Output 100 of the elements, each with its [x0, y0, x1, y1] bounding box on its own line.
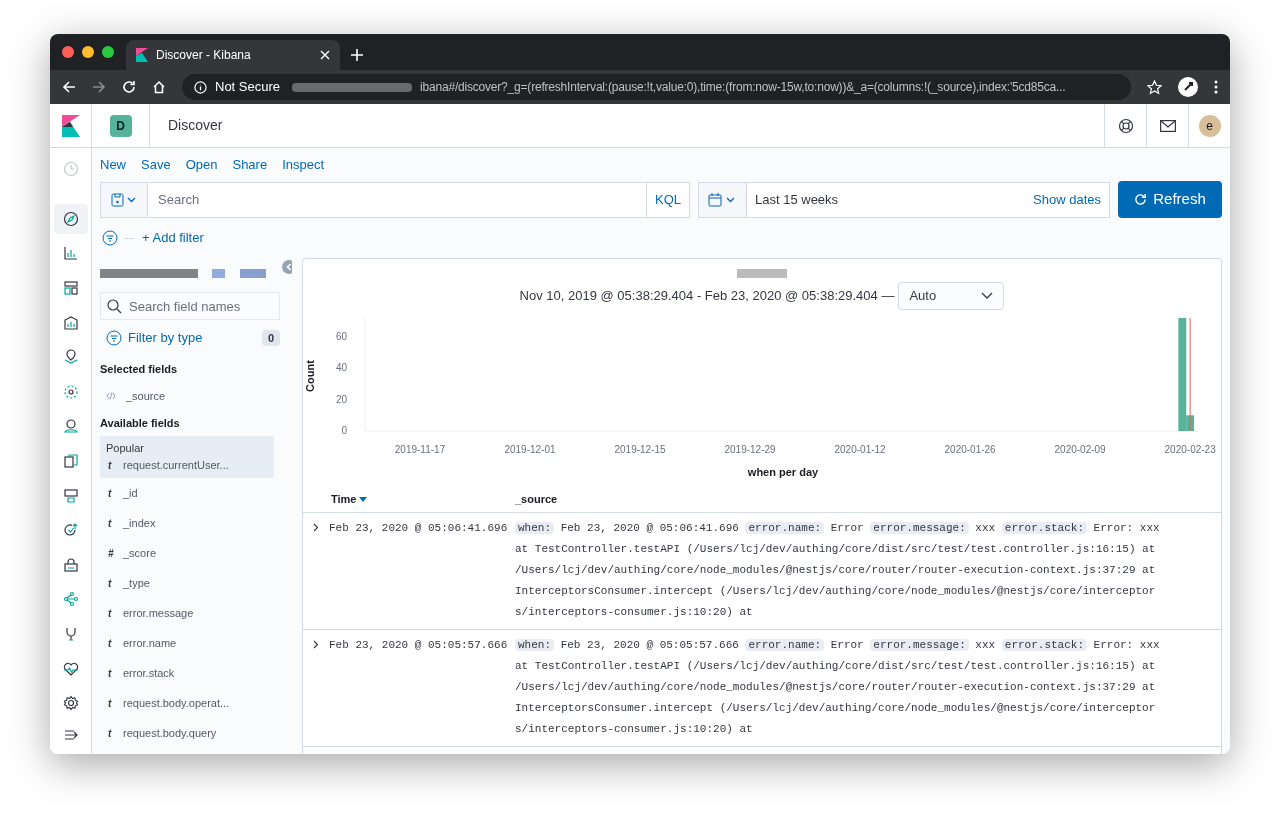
blurred-text — [737, 268, 787, 278]
compass-icon — [62, 210, 79, 227]
dashboard-icon — [62, 280, 79, 297]
add-filter-link[interactable]: + Add filter — [142, 228, 204, 248]
field-name[interactable]: error.stack — [123, 664, 175, 682]
x-tick-label: 2019-12-15 — [614, 444, 666, 455]
menu-icon[interactable] — [1214, 80, 1218, 94]
minimize-window-button[interactable] — [82, 46, 94, 58]
filter-by-type-button[interactable]: Filter by type — [128, 328, 256, 348]
forward-icon[interactable] — [92, 80, 106, 94]
refresh-button[interactable]: Refresh — [1118, 181, 1222, 218]
y-tick-label: 40 — [335, 362, 347, 374]
field-name[interactable]: error.message — [123, 604, 194, 622]
count-badge: 0 — [261, 329, 280, 347]
language-toggle[interactable]: KQL — [646, 182, 690, 218]
histogram-bar[interactable] — [1178, 318, 1187, 431]
interval-select[interactable]: Auto — [898, 282, 1005, 310]
field-name[interactable]: request.body.operat... — [123, 694, 230, 712]
x-tick-label: 2020-02-23 — [1164, 444, 1216, 455]
menu-link[interactable]: Save — [141, 155, 171, 175]
kibana-logo-icon[interactable] — [61, 114, 80, 137]
section-heading: Selected fields — [100, 361, 179, 377]
filter-icon[interactable] — [102, 230, 118, 246]
filter-icon — [106, 330, 122, 346]
y-tick-label: 20 — [335, 393, 347, 405]
page-title: Discover — [168, 116, 224, 135]
field-type-icon: t — [108, 605, 114, 621]
field-type-icon: t — [108, 515, 114, 531]
search-icon — [107, 299, 122, 314]
field-type-icon: # — [108, 545, 114, 561]
y-axis-title: Count — [304, 360, 316, 392]
maximize-window-button[interactable] — [102, 46, 114, 58]
reload-icon[interactable] — [122, 80, 136, 94]
menu-link[interactable]: Share — [232, 155, 268, 175]
refresh-icon — [1134, 193, 1148, 206]
graph-icon — [62, 591, 79, 608]
menu-link[interactable]: New — [100, 155, 126, 175]
person-icon — [62, 418, 79, 435]
field-name[interactable]: request.body.query — [123, 724, 217, 742]
field-search[interactable]: Search field names — [100, 292, 280, 320]
user-avatar[interactable]: e — [1198, 114, 1221, 137]
field-type-icon: t — [108, 695, 114, 711]
saved-query-button[interactable] — [100, 182, 148, 218]
x-tick-label: 2020-01-12 — [834, 444, 886, 455]
x-tick-label: 2020-02-09 — [1054, 444, 1106, 455]
field-name[interactable]: _score — [123, 544, 157, 562]
x-tick-label: 2019-12-29 — [724, 444, 776, 455]
y-tick-label: 60 — [335, 330, 347, 342]
field-type-icon: t — [108, 575, 114, 591]
space-avatar[interactable]: D — [109, 114, 132, 137]
field-name[interactable]: _id — [123, 484, 138, 502]
browser-tab[interactable]: Discover - Kibana — [126, 40, 340, 70]
help-icon[interactable] — [1117, 117, 1134, 134]
map-pin-icon — [62, 349, 79, 366]
column-header[interactable]: Time — [331, 491, 357, 508]
show-dates-link[interactable]: Show dates — [1025, 183, 1109, 217]
star-icon[interactable] — [1147, 79, 1162, 95]
building-icon — [62, 314, 79, 331]
code-icon — [106, 392, 116, 400]
tab-title: Discover - Kibana — [156, 47, 252, 64]
field-type-icon: t — [108, 485, 114, 501]
nav-item[interactable] — [53, 204, 88, 234]
time-cell-text: Feb 23, 2020 @ 05:06:41.696 — [329, 521, 509, 536]
clock-icon — [62, 160, 79, 177]
field-name[interactable]: _index — [123, 514, 156, 532]
back-icon[interactable] — [62, 80, 76, 94]
field-name[interactable]: error.name — [123, 634, 177, 652]
home-icon[interactable] — [152, 80, 166, 94]
histogram-bar[interactable] — [1186, 415, 1195, 431]
time-range-text: Nov 10, 2019 @ 05:38:29.404 - Feb 23, 2020 @ 05:38:29.404 — — [519, 287, 895, 306]
menu-link[interactable]: Open — [185, 155, 218, 175]
search-field[interactable]: Search — [148, 182, 646, 218]
lock-icon — [62, 556, 79, 573]
extension-icon[interactable] — [1178, 77, 1198, 97]
x-tick-label: 2019-12-01 — [504, 444, 556, 455]
close-tab-icon[interactable] — [320, 50, 330, 60]
pages-icon — [62, 453, 79, 470]
column-header[interactable]: _source — [515, 493, 558, 506]
section-heading: Available fields — [100, 415, 181, 431]
x-axis-title: when per day — [747, 466, 819, 478]
field-name[interactable]: _type — [123, 574, 150, 592]
expand-icon[interactable] — [313, 523, 319, 532]
address-bar[interactable]: Not Secure ibana#/discover?_g=(refreshInterval:(pause:!t,value:0),time:(from:now-15w,to:now))&_a=(columns:!(_source),index:'5cd85ca... — [182, 74, 1131, 100]
y-tick-label: 0 — [341, 425, 347, 436]
new-tab-icon[interactable] — [350, 48, 364, 62]
field-name[interactable]: _source — [126, 387, 166, 405]
field-type-icon: t — [108, 725, 114, 741]
menu-link[interactable]: Inspect — [282, 155, 325, 175]
expand-icon[interactable] — [313, 640, 319, 649]
close-window-button[interactable] — [62, 46, 74, 58]
field-name[interactable]: request.currentUser... — [123, 456, 229, 474]
collapse-sidebar-icon[interactable] — [282, 260, 292, 274]
settings-icon — [62, 695, 79, 712]
time-range[interactable]: Last 15 weeks — [747, 183, 1026, 217]
heart-monitor-icon — [62, 660, 79, 677]
info-icon — [194, 80, 207, 94]
mail-icon[interactable] — [1159, 119, 1176, 132]
sort-icon[interactable] — [359, 497, 368, 502]
security-label: Not Secure — [215, 78, 281, 97]
quick-menu-button[interactable] — [699, 183, 747, 217]
